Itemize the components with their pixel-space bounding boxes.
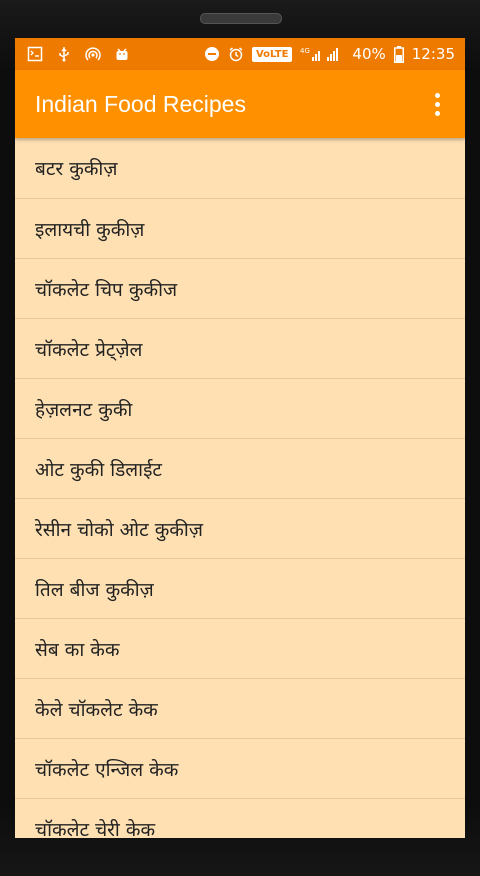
app-bar: Indian Food Recipes bbox=[15, 70, 465, 138]
status-bar: VoLTE 4G 40% 12:35 bbox=[15, 38, 465, 70]
list-item[interactable]: बटर कुकीज़ bbox=[15, 138, 465, 199]
list-item[interactable]: चॉकलेट प्रेट्ज़ेल bbox=[15, 319, 465, 379]
list-item[interactable]: केले चॉकलेट केक bbox=[15, 679, 465, 739]
list-item[interactable]: चॉकलेट एन्जिल केक bbox=[15, 739, 465, 799]
list-item[interactable]: रेसीन चोको ओट कुकीज़ bbox=[15, 499, 465, 559]
signal-icon: 4G bbox=[300, 47, 339, 61]
android-icon bbox=[116, 48, 128, 60]
alarm-icon bbox=[229, 47, 243, 62]
list-item[interactable]: चॉकलेट चेरी केक bbox=[15, 799, 465, 839]
app-title: Indian Food Recipes bbox=[35, 90, 246, 117]
phone-frame: VoLTE 4G 40% 12:35 Indian Food Recipes ब… bbox=[0, 0, 480, 876]
do-not-disturb-icon bbox=[204, 47, 219, 61]
more-vert-icon[interactable] bbox=[425, 89, 449, 119]
developer-icon bbox=[27, 46, 43, 62]
hotspot-icon bbox=[85, 47, 101, 61]
svg-text:4G: 4G bbox=[300, 47, 310, 55]
list-item[interactable]: तिल बीज कुकीज़ bbox=[15, 559, 465, 619]
list-item[interactable]: सेब का केक bbox=[15, 619, 465, 679]
battery-icon bbox=[393, 45, 404, 63]
phone-speaker bbox=[200, 13, 282, 24]
battery-percent: 40% bbox=[352, 45, 386, 63]
clock: 12:35 bbox=[411, 45, 455, 63]
menu-dot bbox=[434, 110, 440, 116]
menu-dot bbox=[434, 101, 440, 107]
screen: VoLTE 4G 40% 12:35 Indian Food Recipes ब… bbox=[15, 38, 465, 838]
menu-dot bbox=[434, 92, 440, 98]
recipe-list: बटर कुकीज़ इलायची कुकीज़ चॉकलेट चिप कुकीज च… bbox=[15, 138, 465, 838]
list-item[interactable]: इलायची कुकीज़ bbox=[15, 199, 465, 259]
volte-badge: VoLTE bbox=[251, 46, 293, 62]
list-item[interactable]: ओट कुकी डिलाईट bbox=[15, 439, 465, 499]
usb-icon bbox=[59, 47, 69, 62]
list-item[interactable]: चॉकलेट चिप कुकीज bbox=[15, 259, 465, 319]
list-item[interactable]: हेज़लनट कुकी bbox=[15, 379, 465, 439]
